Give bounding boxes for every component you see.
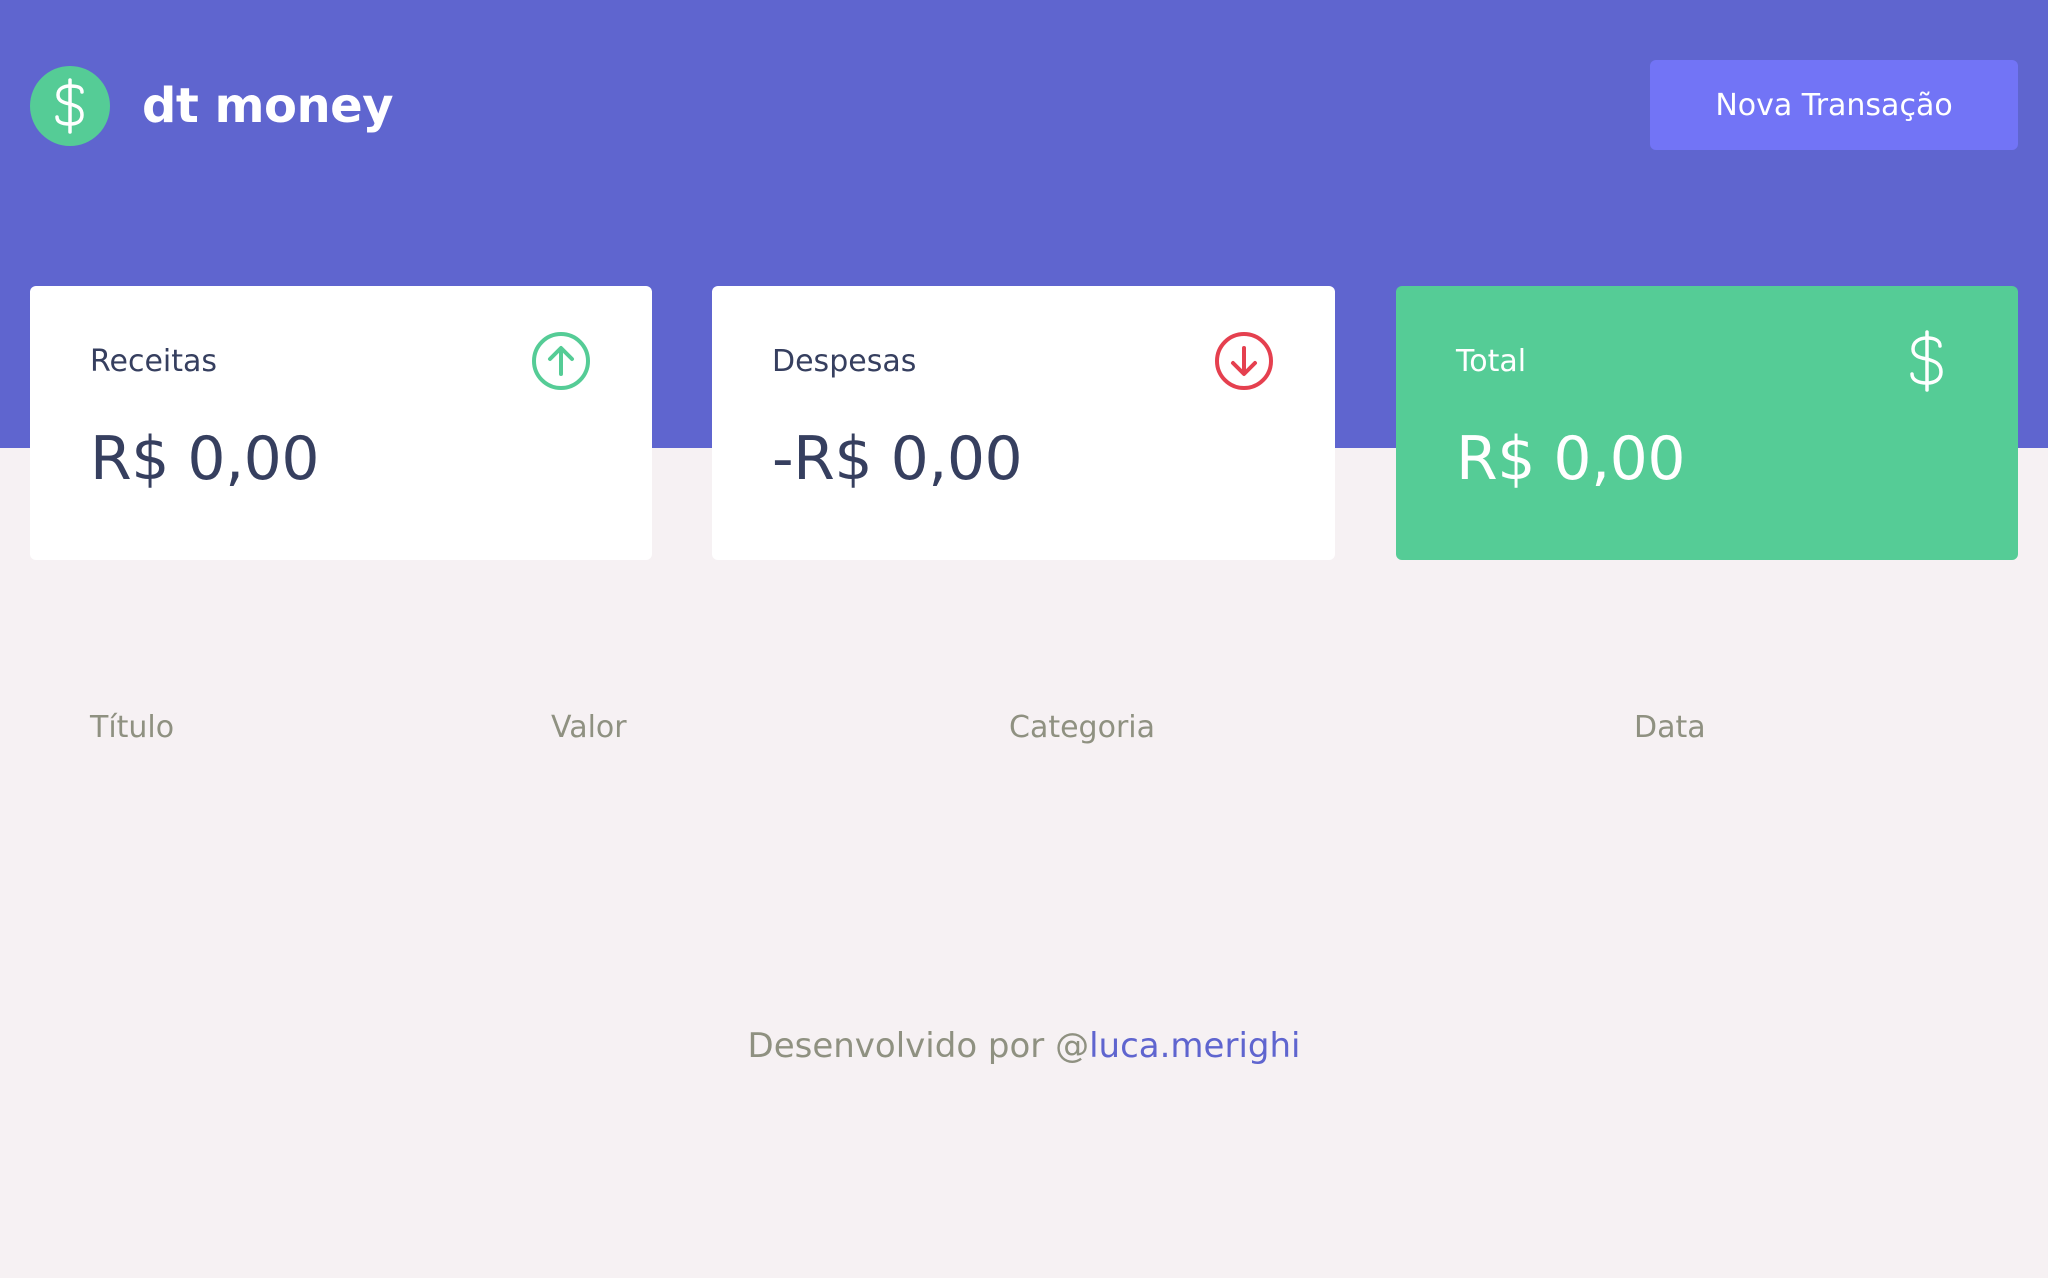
outcome-card: Despesas -R$ 0,00 xyxy=(712,286,1335,560)
outcome-value: -R$ 0,00 xyxy=(772,424,1023,494)
arrow-up-circle-icon xyxy=(532,332,590,390)
total-label: Total xyxy=(1456,344,1527,379)
brand-name: dt money xyxy=(142,78,394,134)
dollar-icon xyxy=(1910,330,1943,392)
outcome-label: Despesas xyxy=(772,344,917,379)
footer: Desenvolvido por @luca.merighi xyxy=(0,1026,2048,1066)
income-card: Receitas R$ 0,00 xyxy=(30,286,652,560)
author-link[interactable]: luca.merighi xyxy=(1089,1026,1300,1066)
column-header-category: Categoria xyxy=(1009,710,1156,745)
column-header-value: Valor xyxy=(551,710,627,745)
income-value: R$ 0,00 xyxy=(90,424,320,494)
income-label: Receitas xyxy=(90,344,218,379)
column-header-date: Data xyxy=(1634,710,1706,745)
arrow-down-circle-icon xyxy=(1215,332,1273,390)
logo: dt money xyxy=(30,66,394,146)
logo-dollar-icon xyxy=(30,66,110,146)
transactions-table-header: Título Valor Categoria Data xyxy=(0,710,2048,754)
new-transaction-button[interactable]: Nova Transação xyxy=(1650,60,2018,150)
total-card: Total R$ 0,00 xyxy=(1396,286,2018,560)
total-value: R$ 0,00 xyxy=(1456,424,1686,494)
column-header-title: Título xyxy=(90,710,175,745)
footer-prefix: Desenvolvido por @ xyxy=(747,1026,1090,1066)
